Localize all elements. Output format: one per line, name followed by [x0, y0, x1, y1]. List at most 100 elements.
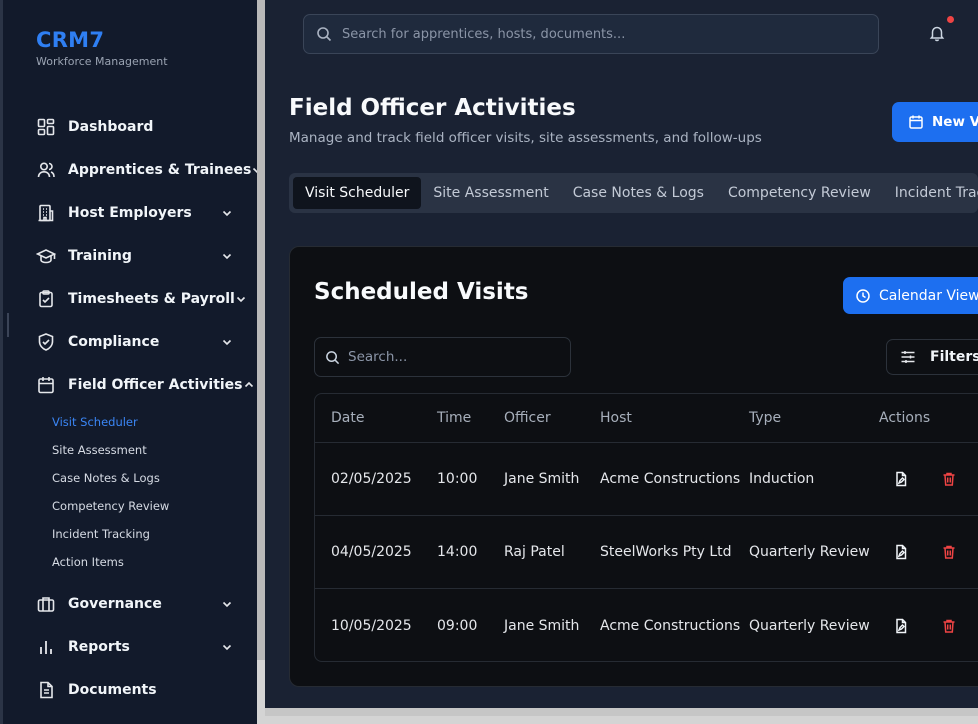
sidebar-item-timesheets[interactable]: Timesheets & Payroll [36, 277, 245, 320]
calendar-view-button[interactable]: Calendar View [843, 277, 978, 314]
horizontal-scrollbar[interactable] [265, 708, 978, 724]
submenu-item-visit-scheduler[interactable]: Visit Scheduler [52, 408, 241, 436]
calendar-view-label: Calendar View [879, 287, 978, 304]
submenu-item-action-items[interactable]: Action Items [52, 548, 241, 576]
cell-time: 09:00 [437, 617, 478, 634]
sidebar-item-host-employers[interactable]: Host Employers [36, 191, 241, 234]
bell-icon[interactable] [928, 24, 946, 42]
sidebar-item-reports[interactable]: Reports [36, 625, 241, 668]
clock-icon [856, 288, 870, 303]
edit-document-icon[interactable] [889, 540, 913, 564]
scrollbar-thumb[interactable] [257, 0, 265, 660]
table-row[interactable]: 02/05/2025 10:00 Jane Smith Acme Constru… [315, 443, 978, 516]
cell-date: 04/05/2025 [331, 544, 412, 560]
global-search-input[interactable] [342, 26, 842, 42]
new-visit-button[interactable]: New Visit [892, 102, 978, 142]
cell-host: SteelWorks Pty Ltd [600, 544, 732, 560]
search-icon [326, 350, 340, 364]
cell-time: 10:00 [437, 471, 478, 487]
sidebar-item-label: Timesheets & Payroll [68, 290, 235, 307]
briefcase-icon [36, 594, 56, 614]
clipboard-check-icon [36, 289, 56, 309]
cell-type: Quarterly Review [749, 544, 870, 560]
main-content: Field Officer Activities Manage and trac… [265, 0, 978, 724]
chevron-down-icon[interactable] [221, 250, 233, 262]
sidebar-nav: Dashboard Apprentices & Trainees Host Em… [36, 105, 262, 711]
column-header-time[interactable]: Time [437, 408, 504, 428]
table-row[interactable]: 04/05/2025 14:00 Raj Patel SteelWorks Pt… [315, 516, 978, 589]
table-header: Date Time Officer Host Type Actions [315, 394, 978, 443]
column-header-actions: Actions [879, 410, 931, 426]
page-subtitle: Manage and track field officer visits, s… [289, 130, 762, 146]
chevron-down-icon[interactable] [221, 336, 233, 348]
sidebar-item-documents[interactable]: Documents [36, 668, 241, 711]
sidebar: CRM7 Workforce Management Dashboard Appr… [0, 0, 262, 724]
filters-button[interactable]: Filters [886, 339, 978, 375]
sidebar-item-field-officer[interactable]: Field Officer Activities [36, 363, 253, 406]
column-header-date[interactable]: Date [315, 408, 437, 428]
notification-badge [947, 16, 954, 23]
chevron-down-icon[interactable] [235, 293, 247, 305]
chevron-up-icon[interactable] [243, 379, 255, 391]
submenu-item-incident-tracking[interactable]: Incident Tracking [52, 520, 241, 548]
sidebar-item-apprentices[interactable]: Apprentices & Trainees [36, 148, 262, 191]
tab-incident-tracking[interactable]: Incident Tracking [883, 177, 978, 209]
trash-icon[interactable] [937, 467, 961, 491]
cell-officer: Jane Smith [504, 471, 580, 487]
tab-bar: Visit Scheduler Site Assessment Case Not… [289, 173, 978, 213]
cell-officer: Raj Patel [504, 544, 565, 560]
sidebar-item-label: Reports [68, 638, 130, 655]
sidebar-item-compliance[interactable]: Compliance [36, 320, 241, 363]
chevron-down-icon[interactable] [221, 598, 233, 610]
table-row[interactable]: 10/05/2025 09:00 Jane Smith Acme Constru… [315, 589, 978, 661]
tab-site-assessment[interactable]: Site Assessment [421, 177, 560, 209]
global-search[interactable] [303, 14, 879, 54]
cell-type: Quarterly Review [749, 617, 870, 634]
sidebar-item-label: Compliance [68, 333, 160, 350]
new-visit-label: New Visit [932, 114, 978, 130]
sidebar-scrollbar[interactable] [257, 0, 265, 724]
cell-officer: Jane Smith [504, 617, 580, 634]
edit-document-icon[interactable] [889, 614, 913, 638]
visits-search[interactable] [314, 337, 571, 377]
resize-handle[interactable] [7, 313, 9, 337]
sidebar-item-label: Governance [68, 595, 162, 612]
cell-date: 02/05/2025 [331, 471, 412, 487]
sidebar-item-label: Dashboard [68, 118, 154, 135]
tab-visit-scheduler[interactable]: Visit Scheduler [293, 177, 422, 209]
scrollbar-thumb[interactable] [265, 708, 978, 716]
sidebar-item-label: Documents [68, 681, 157, 698]
tab-competency-review[interactable]: Competency Review [716, 177, 883, 209]
visits-table: Date Time Officer Host Type Actions 02/0… [314, 393, 978, 662]
tab-case-notes[interactable]: Case Notes & Logs [561, 177, 716, 209]
column-header-host[interactable]: Host [600, 408, 749, 428]
sidebar-item-governance[interactable]: Governance [36, 582, 241, 625]
shield-check-icon [36, 332, 56, 352]
chevron-down-icon[interactable] [221, 641, 233, 653]
sidebar-item-label: Field Officer Activities [68, 376, 243, 393]
app-logo[interactable]: CRM7 [36, 28, 168, 52]
submenu-item-competency-review[interactable]: Competency Review [52, 492, 241, 520]
app-tagline: Workforce Management [36, 55, 168, 68]
dashboard-icon [36, 117, 56, 137]
visits-search-input[interactable] [348, 349, 558, 365]
sliders-icon [901, 351, 915, 363]
edit-document-icon[interactable] [889, 467, 913, 491]
calendar-icon [36, 375, 56, 395]
sidebar-item-dashboard[interactable]: Dashboard [36, 105, 241, 148]
column-header-type[interactable]: Type [749, 408, 879, 428]
cell-type: Induction [749, 471, 815, 487]
bar-chart-icon [36, 637, 56, 657]
trash-icon[interactable] [937, 614, 961, 638]
cell-host: Acme Constructions [600, 617, 741, 634]
submenu-item-case-notes[interactable]: Case Notes & Logs [52, 464, 241, 492]
filters-label: Filters [930, 349, 978, 365]
submenu-item-site-assessment[interactable]: Site Assessment [52, 436, 241, 464]
sidebar-item-training[interactable]: Training [36, 234, 241, 277]
trash-icon[interactable] [937, 540, 961, 564]
chevron-down-icon[interactable] [221, 207, 233, 219]
column-header-officer[interactable]: Officer [504, 408, 600, 428]
card-title: Scheduled Visits [314, 279, 529, 305]
page-title: Field Officer Activities [289, 95, 576, 121]
sidebar-item-label: Host Employers [68, 204, 192, 221]
